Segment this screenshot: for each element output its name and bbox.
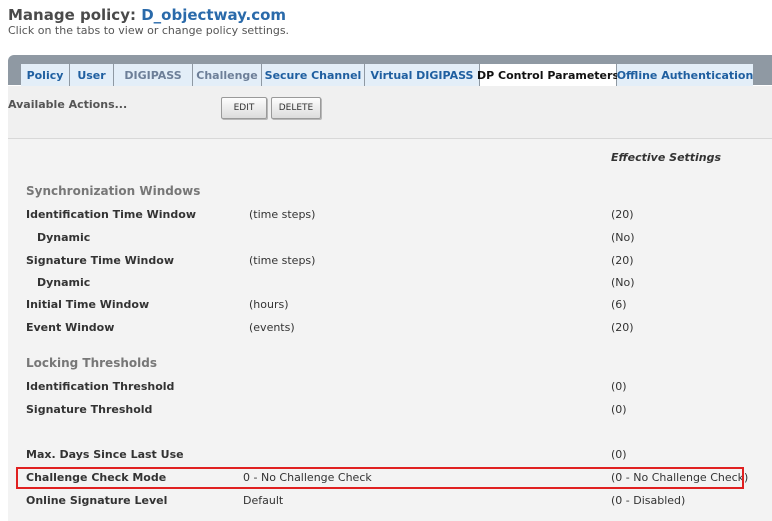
tab-dp-control-parameters[interactable]: DP Control Parameters: [477, 64, 619, 86]
setting-effective: (No): [611, 276, 635, 289]
setting-unit: (time steps): [249, 208, 316, 221]
sync-windows-section: Synchronization Windows: [0, 184, 772, 202]
tab-user[interactable]: User: [70, 64, 114, 86]
actions-bar: [8, 86, 772, 139]
page-title: Manage policy: D_objectway.com: [8, 6, 289, 24]
policy-name: D_objectway.com: [141, 6, 287, 24]
tab-secure-channel[interactable]: Secure Channel: [262, 64, 365, 86]
setting-row: Initial Time Window (hours) (6): [0, 298, 772, 316]
setting-label: Online Signature Level: [26, 494, 168, 507]
setting-label: Identification Time Window: [26, 208, 196, 221]
tab-challenge[interactable]: Challenge: [193, 64, 262, 86]
setting-label: Initial Time Window: [26, 298, 150, 311]
setting-effective: (20): [611, 208, 634, 221]
setting-row: Online Signature Level Default (0 - Disa…: [0, 494, 772, 512]
setting-row: Identification Time Window (time steps) …: [0, 208, 772, 226]
page-subtitle: Click on the tabs to view or change poli…: [8, 24, 290, 37]
page-header: Manage policy: D_objectway.com Click on …: [8, 6, 289, 38]
setting-row: Signature Time Window (time steps) (20): [0, 254, 772, 272]
setting-effective: (0): [611, 380, 627, 393]
edit-button[interactable]: EDIT: [221, 97, 267, 119]
setting-row: Event Window (events) (20): [0, 321, 772, 339]
setting-effective: (20): [611, 321, 634, 334]
setting-effective: (0): [611, 403, 627, 416]
available-actions-label: Available Actions...: [8, 98, 128, 111]
setting-label: Identification Threshold: [26, 380, 175, 393]
setting-label: Signature Threshold: [26, 403, 153, 416]
effective-settings-header: Effective Settings: [611, 151, 722, 164]
tab-digipass[interactable]: DIGIPASS: [114, 64, 193, 86]
delete-button[interactable]: DELETE: [271, 97, 321, 119]
tab-policy[interactable]: Policy: [21, 64, 70, 86]
setting-label: Max. Days Since Last Use: [26, 448, 184, 461]
setting-value: Default: [243, 494, 284, 507]
setting-row: Dynamic (No): [0, 231, 772, 249]
setting-label: Dynamic: [37, 231, 91, 244]
setting-effective: (0): [611, 448, 627, 461]
page-title-prefix: Manage policy:: [8, 6, 136, 24]
setting-row: Dynamic (No): [0, 276, 772, 294]
section-title: Synchronization Windows: [26, 184, 201, 198]
setting-effective: (20): [611, 254, 634, 267]
setting-row: Signature Threshold (0): [0, 403, 772, 421]
tab-bar: Policy User DIGIPASS Challenge Secure Ch…: [21, 64, 753, 86]
setting-effective: (No): [611, 231, 635, 244]
setting-unit: (time steps): [249, 254, 316, 267]
setting-label: Dynamic: [37, 276, 91, 289]
tab-virtual-digipass[interactable]: Virtual DIGIPASS: [365, 64, 480, 86]
locking-thresholds-section: Locking Thresholds: [0, 356, 772, 374]
setting-label: Signature Time Window: [26, 254, 174, 267]
setting-label: Event Window: [26, 321, 115, 334]
setting-unit: (events): [249, 321, 295, 334]
setting-effective: (0 - Disabled): [611, 494, 686, 507]
setting-effective: (6): [611, 298, 627, 311]
highlight-box: [16, 467, 744, 489]
section-title: Locking Thresholds: [26, 356, 157, 370]
setting-row: Max. Days Since Last Use (0): [0, 448, 772, 466]
tab-offline-authentication[interactable]: Offline Authentication: [617, 64, 753, 86]
setting-unit: (hours): [249, 298, 289, 311]
setting-row: Identification Threshold (0): [0, 380, 772, 398]
